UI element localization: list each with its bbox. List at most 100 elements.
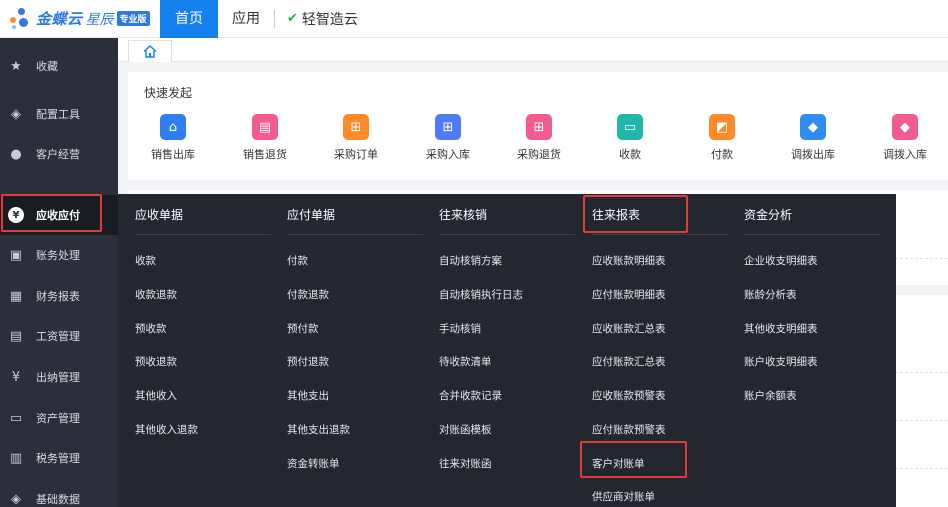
sidebar-item-cashier[interactable]: ¥ 出纳管理 xyxy=(0,357,118,397)
menu-item[interactable]: 其他收入退款 xyxy=(135,422,198,437)
menu-item[interactable]: 自动核销方案 xyxy=(439,253,502,268)
person-icon: ● xyxy=(10,146,22,162)
sidebar-item-label: 财务报表 xyxy=(36,290,80,303)
sidebar-item-reports[interactable]: ▦ 财务报表 xyxy=(0,276,118,316)
sidebar: ★ 收藏 ◈ 配置工具 ● 客户经营 ¥ 应收应付 ▣ 账务处理 ▦ 财务报表 … xyxy=(0,38,118,507)
sidebar-item-label: 工资管理 xyxy=(36,330,80,343)
menu-item[interactable]: 预付退款 xyxy=(287,354,329,369)
menu-item[interactable]: 账龄分析表 xyxy=(744,287,797,302)
quick-item-label: 调拨出库 xyxy=(791,148,835,161)
sidebar-item-config[interactable]: ◈ 配置工具 xyxy=(0,94,118,134)
menu-item[interactable]: 收款退款 xyxy=(135,287,177,302)
highlight-box-sidebar xyxy=(1,194,102,232)
divider xyxy=(287,234,423,235)
quick-item-label: 采购订单 xyxy=(334,148,378,161)
menu-item[interactable]: 收款 xyxy=(135,253,156,268)
page-tab-bar xyxy=(118,38,948,62)
cashier-icon: ¥ xyxy=(11,369,21,385)
sidebar-item-basedata[interactable]: ◈ 基础数据 xyxy=(0,479,118,507)
home-tab[interactable] xyxy=(128,40,172,62)
quick-item-label: 调拨入库 xyxy=(883,148,927,161)
menu-item[interactable]: 应收账款明细表 xyxy=(592,253,666,268)
edition-badge: 专业版 xyxy=(116,11,150,26)
asset-icon: ▭ xyxy=(9,410,23,426)
quick-item-label: 付款 xyxy=(711,148,733,161)
quick-item-sales-out[interactable]: ⌂ 销售出库 xyxy=(138,114,208,162)
quick-item-purchase-return[interactable]: ⊞ 采购退货 xyxy=(504,114,574,162)
salary-icon: ▤ xyxy=(9,328,23,344)
menu-item[interactable]: 其他支出退款 xyxy=(287,422,350,437)
brand-link-label: 轻智造云 xyxy=(301,11,358,28)
quick-item-transfer-out[interactable]: ◆ 调拨出库 xyxy=(778,114,848,162)
menu-item[interactable]: 自动核销执行日志 xyxy=(439,287,523,302)
quick-item-label: 销售退货 xyxy=(243,148,287,161)
sidebar-item-label: 资产管理 xyxy=(36,412,80,425)
menu-item[interactable]: 应付账款预警表 xyxy=(592,422,666,437)
menu-item[interactable]: 预收款 xyxy=(135,321,167,336)
quick-item-label: 收款 xyxy=(619,148,641,161)
quick-item-label: 销售出库 xyxy=(151,148,195,161)
sidebar-item-assets[interactable]: ▭ 资产管理 xyxy=(0,398,118,438)
report-icon: ▦ xyxy=(9,288,23,304)
menu-item[interactable]: 其他支出 xyxy=(287,388,329,403)
tab-home[interactable]: 首页 xyxy=(160,0,218,38)
highlight-box-customer-statement xyxy=(580,441,687,478)
sidebar-item-label: 基础数据 xyxy=(36,493,80,506)
warehouse-out-icon: ⌂ xyxy=(160,114,186,140)
menu-item[interactable]: 其他收支明细表 xyxy=(744,321,818,336)
transfer-in-icon: ◆ xyxy=(892,114,918,140)
menu-item[interactable]: 付款 xyxy=(287,253,308,268)
top-bar: 金蝶云 星辰 专业版 首页 应用 ✔ 轻智造云 xyxy=(0,0,948,38)
quick-item-receive[interactable]: ▭ 收款 xyxy=(595,114,665,162)
sidebar-item-salary[interactable]: ▤ 工资管理 xyxy=(0,316,118,356)
sidebar-item-label: 出纳管理 xyxy=(36,371,80,384)
menu-item[interactable]: 合并收款记录 xyxy=(439,388,502,403)
sidebar-item-tax[interactable]: ▥ 税务管理 xyxy=(0,438,118,478)
quick-item-sales-return[interactable]: ▤ 销售退货 xyxy=(230,114,300,162)
menu-item[interactable]: 企业收支明细表 xyxy=(744,253,818,268)
receivables-payables-menu: 应收单据 收款 收款退款 预收款 预收退款 其他收入 其他收入退款 应付单据 付… xyxy=(118,194,896,507)
menu-item[interactable]: 应收账款预警表 xyxy=(592,388,666,403)
cart-icon: ⊞ xyxy=(343,114,369,140)
quick-item-label: 采购入库 xyxy=(426,148,470,161)
pay-icon: ◩ xyxy=(709,114,735,140)
quick-item-purchase-in[interactable]: ⊞ 采购入库 xyxy=(413,114,483,162)
menu-item[interactable]: 待收款清单 xyxy=(439,354,492,369)
menu-item[interactable]: 预收退款 xyxy=(135,354,177,369)
return-box-icon: ▤ xyxy=(252,114,278,140)
divider xyxy=(592,234,728,235)
sidebar-item-accounting[interactable]: ▣ 账务处理 xyxy=(0,235,118,275)
logo[interactable]: 金蝶云 星辰 专业版 xyxy=(0,0,160,38)
menu-item[interactable]: 账户收支明细表 xyxy=(744,354,818,369)
menu-item[interactable]: 对账函模板 xyxy=(439,422,492,437)
menu-column-head: 应收单据 xyxy=(135,208,184,222)
menu-item[interactable]: 应付账款汇总表 xyxy=(592,354,666,369)
quick-item-transfer-in[interactable]: ◆ 调拨入库 xyxy=(870,114,940,162)
tax-icon: ▥ xyxy=(9,450,23,466)
menu-item[interactable]: 付款退款 xyxy=(287,287,329,302)
menu-item[interactable]: 手动核销 xyxy=(439,321,481,336)
sidebar-item-favorites[interactable]: ★ 收藏 xyxy=(0,46,118,86)
quick-item-label: 采购退货 xyxy=(517,148,561,161)
menu-item[interactable]: 其他收入 xyxy=(135,388,177,403)
star-icon: ★ xyxy=(10,58,22,74)
menu-item[interactable]: 应收账款汇总表 xyxy=(592,321,666,336)
sidebar-item-label: 收藏 xyxy=(36,60,58,73)
brand-link[interactable]: ✔ 轻智造云 xyxy=(279,9,358,29)
menu-item[interactable]: 资金转账单 xyxy=(287,456,340,471)
menu-item[interactable]: 往来对账函 xyxy=(439,456,492,471)
menu-item[interactable]: 预付款 xyxy=(287,321,319,336)
sidebar-item-label: 税务管理 xyxy=(36,452,80,465)
home-icon xyxy=(143,45,157,58)
menu-item[interactable]: 账户余额表 xyxy=(744,388,797,403)
tab-apps[interactable]: 应用 xyxy=(218,0,274,38)
quick-launch-panel: 快速发起 ⌂ 销售出库 ▤ 销售退货 ⊞ 采购订单 ⊞ 采购入库 ⊞ 采购退货 … xyxy=(128,72,948,180)
menu-column-head: 应付单据 xyxy=(287,208,336,222)
logo-sub: 星辰 xyxy=(85,11,114,28)
menu-item[interactable]: 供应商对账单 xyxy=(592,489,655,504)
sidebar-item-label: 客户经营 xyxy=(36,148,80,161)
quick-item-pay[interactable]: ◩ 付款 xyxy=(687,114,757,162)
menu-item[interactable]: 应付账款明细表 xyxy=(592,287,666,302)
sidebar-item-customers[interactable]: ● 客户经营 xyxy=(0,134,118,174)
quick-item-purchase-order[interactable]: ⊞ 采购订单 xyxy=(321,114,391,162)
